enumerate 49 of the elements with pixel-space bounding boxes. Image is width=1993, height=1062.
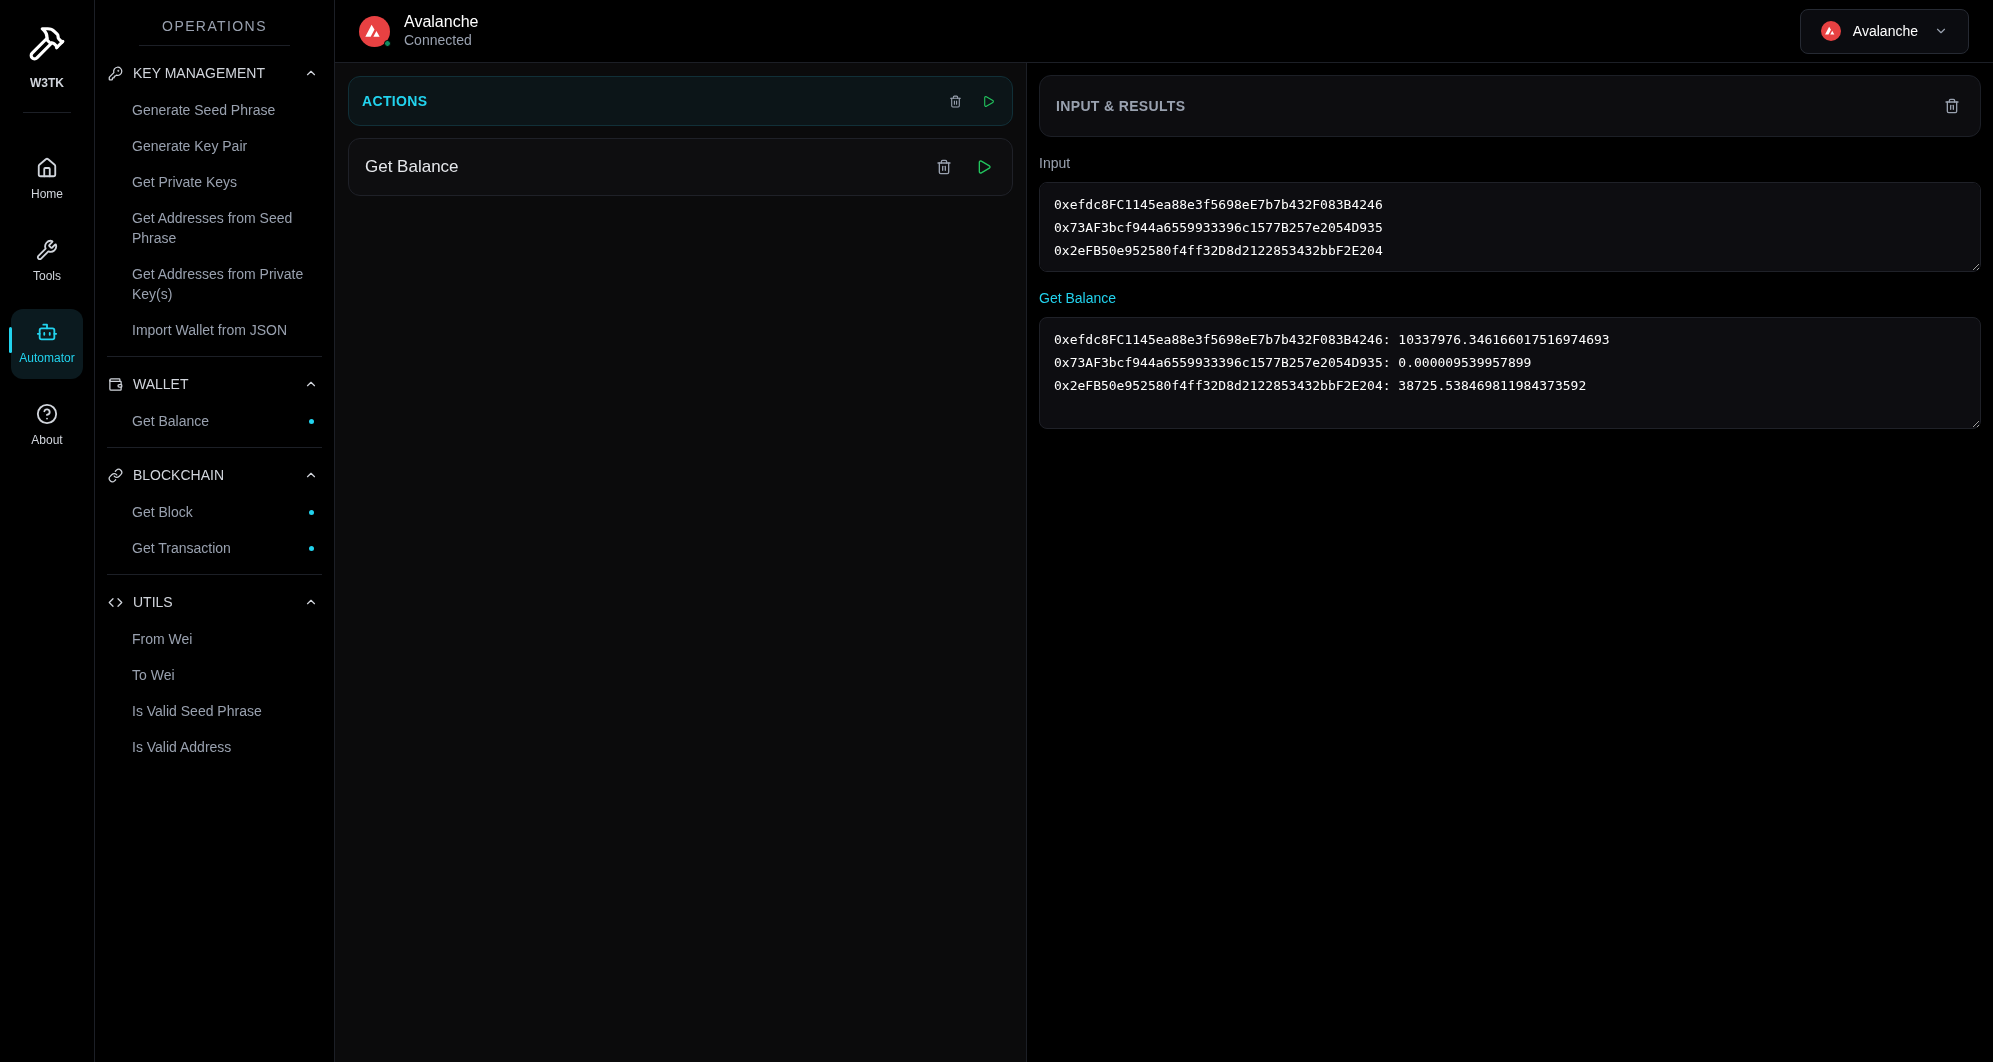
active-indicator [9,327,12,353]
operation-item[interactable]: Is Valid Address [107,729,322,765]
play-icon [976,159,992,175]
logo-icon [359,15,390,47]
network-selector[interactable]: Avalanche [1799,8,1969,54]
play-icon [982,94,995,108]
brand-name: W3TK [30,75,64,92]
logo-icon [1820,21,1841,41]
hammer-icon [28,24,66,62]
home-icon [36,157,58,179]
actions-title: ACTIONS [362,91,429,111]
section-header[interactable]: WALLET [107,365,322,403]
operation-item[interactable]: Get Addresses from Seed Phrase [107,200,322,256]
nav-item[interactable]: Tools [11,227,83,297]
operation-item[interactable]: Generate Key Pair [107,128,322,164]
trash-icon [1944,98,1960,114]
link-icon [108,467,123,483]
nav-item[interactable]: About [11,391,83,461]
key-icon [108,65,123,81]
trash-icon [949,94,962,108]
section-header[interactable]: KEY MANAGEMENT [107,54,322,92]
operation-item[interactable]: Get Block [107,494,322,530]
output-label: Get Balance [1039,289,1118,308]
operation-item[interactable]: Get Private Keys [107,164,322,200]
network-name: Avalanche [404,12,479,33]
output-field[interactable]: 0xefdc8FC1145ea88e3f5698eE7b7b432F083B4246: 10337976.346166017516974693 0x73AF3bcf944a6559933396c1577B257e2054D935: 0.000009539957899 0x2eFB50e952580f4ff32D8d2122853432bbF2E204: 38725.538469811984373592 [1039,317,1981,429]
operation-item[interactable]: Generate Seed Phrase [107,92,322,128]
section-header[interactable]: UTILS [107,583,322,621]
operation-item[interactable]: Get Addresses from Private Key(s) [107,256,322,312]
help-icon [36,403,58,425]
trash-icon [936,159,952,175]
input-label: Input [1039,154,1072,173]
robot-icon [36,321,58,343]
section-header[interactable]: BLOCKCHAIN [107,456,322,494]
operation-item[interactable]: To Wei [107,657,322,693]
operation-item[interactable]: Get Balance [107,403,322,439]
sidebar-title: OPERATIONS [139,0,290,46]
nav-item[interactable]: Automator [11,309,83,379]
action-label: Get Balance [365,156,460,179]
operation-item[interactable]: Import Wallet from JSON [107,312,322,348]
results-title: INPUT & RESULTS [1056,96,1187,116]
network-status: Connected [404,32,473,50]
operation-item[interactable]: From Wei [107,621,322,657]
input-field[interactable]: 0xefdc8FC1145ea88e3f5698eE7b7b432F083B4246 0x73AF3bcf944a6559933396c1577B257e2054D935 0x2eFB50e952580f4ff32D8d2122853432bbF2E204 [1039,182,1981,272]
operation-item[interactable]: Get Transaction [107,530,322,566]
operation-item[interactable]: Is Valid Seed Phrase [107,693,322,729]
wrench-icon [36,239,58,261]
wallet-icon [108,376,123,392]
nav-item[interactable]: Home [11,145,83,215]
